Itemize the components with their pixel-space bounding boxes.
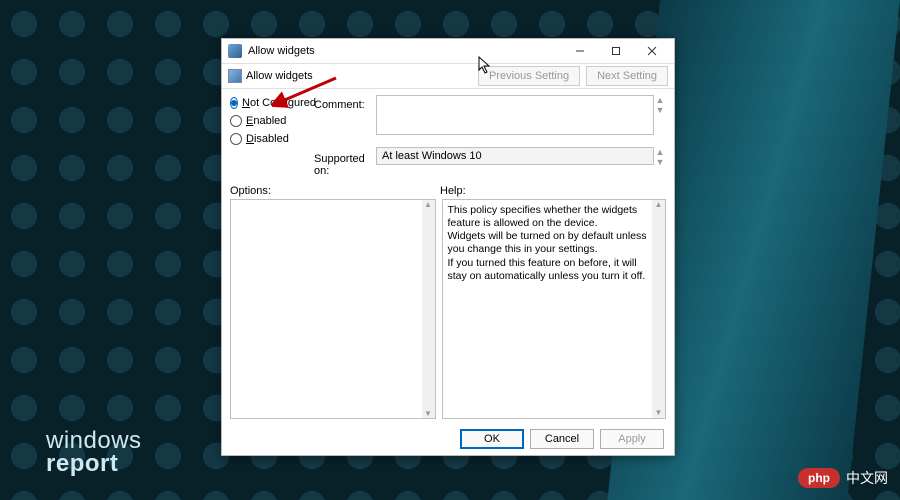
watermark-windowsreport: windows report <box>46 430 142 476</box>
minimize-button[interactable] <box>562 41 598 61</box>
policy-name: Allow widgets <box>246 70 313 82</box>
previous-setting-button[interactable]: Previous Setting <box>478 66 580 86</box>
cancel-button[interactable]: Cancel <box>530 429 594 449</box>
comment-textarea[interactable] <box>376 95 654 135</box>
close-button[interactable] <box>634 41 670 61</box>
policy-icon <box>228 44 242 58</box>
policy-dialog: Allow widgets Allow widgets Previous Set… <box>221 38 675 456</box>
state-radio-group: Not Configured Enabled Disabled <box>230 95 314 145</box>
maximize-button[interactable] <box>598 41 634 61</box>
radio-dot-icon <box>230 133 242 145</box>
titlebar[interactable]: Allow widgets <box>222 39 674 63</box>
options-label: Options: <box>230 185 440 197</box>
policy-icon-small <box>228 69 242 83</box>
radio-not-configured[interactable]: Not Configured <box>230 97 314 109</box>
options-pane[interactable]: ▲▼ <box>230 199 436 419</box>
radio-enabled[interactable]: Enabled <box>230 115 314 127</box>
help-paragraph: This policy specifies whether the widget… <box>448 204 652 230</box>
window-title: Allow widgets <box>248 45 562 57</box>
help-paragraph: Widgets will be turned on by default unl… <box>448 230 652 256</box>
radio-disabled[interactable]: Disabled <box>230 133 314 145</box>
comment-scroll-icon: ▲▼ <box>654 95 666 115</box>
apply-button[interactable]: Apply <box>600 429 664 449</box>
toolbar: Allow widgets Previous Setting Next Sett… <box>222 63 674 89</box>
next-setting-button[interactable]: Next Setting <box>586 66 668 86</box>
supported-scroll-icon: ▲▼ <box>654 147 666 167</box>
comment-label: Comment: <box>314 95 376 111</box>
options-scrollbar[interactable]: ▲▼ <box>422 200 435 418</box>
supported-label: Supported on: <box>314 147 376 177</box>
help-label: Help: <box>440 185 466 197</box>
radio-dot-icon <box>230 97 238 109</box>
radio-dot-icon <box>230 115 242 127</box>
help-pane[interactable]: This policy specifies whether the widget… <box>442 199 667 419</box>
supported-on-field: At least Windows 10 <box>376 147 654 165</box>
help-paragraph: If you turned this feature on before, it… <box>448 257 652 283</box>
help-scrollbar[interactable]: ▲▼ <box>652 200 665 418</box>
ok-button[interactable]: OK <box>460 429 524 449</box>
watermark-php: php 中文网 <box>798 468 888 488</box>
dialog-buttons: OK Cancel Apply <box>222 423 674 455</box>
